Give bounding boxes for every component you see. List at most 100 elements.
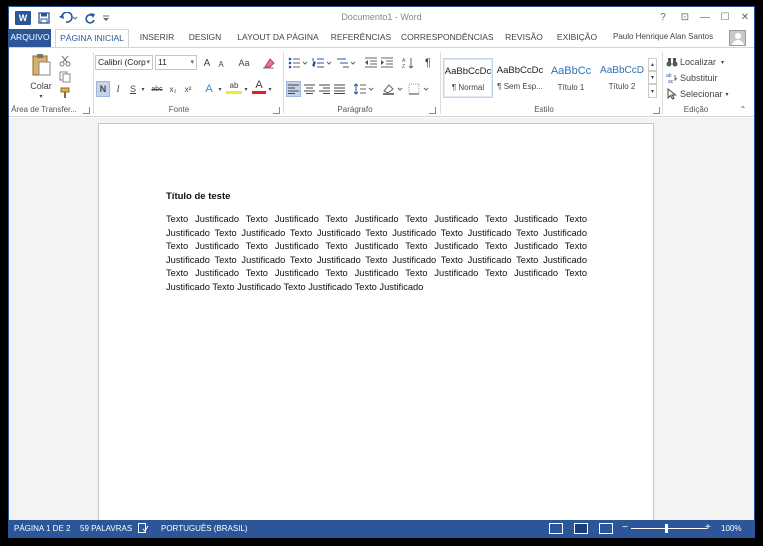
chevron-down-icon: ▾ [146, 59, 150, 66]
user-name[interactable]: Paulo Henrique Alan Santos [613, 32, 713, 41]
font-launcher-icon[interactable] [273, 107, 280, 114]
superscript-button[interactable]: x² [181, 81, 195, 97]
change-case-button[interactable]: Aa [233, 55, 255, 71]
bold-button[interactable]: N [96, 81, 110, 97]
increase-indent-icon[interactable] [379, 55, 395, 71]
format-painter-icon[interactable] [57, 86, 73, 100]
select-label: Selecionar [680, 89, 723, 99]
font-name-combo[interactable]: Calibri (Corp ▾ [95, 55, 153, 70]
underline-dropdown-icon[interactable]: ▾ [139, 81, 147, 97]
highlight-button[interactable]: ab [226, 79, 242, 94]
zoom-slider[interactable] [631, 528, 707, 529]
replace-button[interactable]: ab ac Substituir [666, 70, 736, 86]
close-button[interactable]: ✕ [736, 10, 754, 26]
text-effects-dropdown-icon[interactable]: ▾ [216, 81, 224, 97]
styles-scroll-up-icon[interactable]: ▴ [648, 58, 657, 71]
tab-arquivo[interactable]: ARQUIVO [9, 29, 51, 47]
style-heading-1[interactable]: AaBbCc Título 1 [546, 58, 596, 98]
font-color-dropdown-icon[interactable]: ▾ [266, 81, 274, 97]
show-formatting-button[interactable]: ¶ [421, 55, 435, 71]
tab-pagina-inicial[interactable]: PÁGINA INICIAL [55, 29, 129, 48]
style-name: Título 1 [557, 83, 585, 92]
grow-font-button[interactable]: A [200, 55, 214, 71]
clear-formatting-icon[interactable] [261, 55, 277, 71]
paragraph-launcher-icon[interactable] [429, 107, 436, 114]
language-indicator[interactable]: PORTUGUÊS (BRASIL) [161, 524, 248, 533]
group-separator [283, 52, 284, 114]
zoom-in-button[interactable]: + [705, 522, 711, 533]
bullets-icon[interactable] [287, 55, 309, 71]
ribbon-display-options-button[interactable]: ⊡ [676, 10, 694, 26]
styles-launcher-icon[interactable] [653, 107, 660, 114]
tab-revisao[interactable]: REVISÃO [501, 29, 547, 47]
tab-design[interactable]: DESIGN [185, 29, 225, 47]
style-name: Título 2 [608, 82, 636, 91]
styles-group-label: Estilo [534, 105, 554, 114]
svg-text:Z: Z [402, 64, 405, 69]
document-heading[interactable]: Título de teste [166, 191, 230, 202]
group-separator [440, 52, 441, 114]
zoom-out-button[interactable]: − [622, 522, 628, 533]
proofing-icon[interactable] [138, 523, 149, 535]
justify-icon[interactable] [332, 81, 347, 97]
tab-exibicao[interactable]: EXIBIÇÃO [554, 29, 600, 47]
page-count[interactable]: PÁGINA 1 DE 2 [14, 524, 70, 533]
tab-correspondencias[interactable]: CORRESPONDÊNCIAS [401, 29, 494, 47]
print-layout-icon[interactable] [574, 523, 588, 534]
document-page[interactable]: Título de teste Texto Justificado Texto … [98, 123, 654, 522]
find-button[interactable]: Localizar ▾ [666, 54, 736, 70]
document-title: Documento1 - Word [341, 12, 422, 22]
select-button[interactable]: Selecionar ▾ [666, 86, 736, 102]
numbering-icon[interactable] [311, 55, 333, 71]
italic-button[interactable]: I [112, 81, 124, 97]
avatar[interactable] [729, 30, 746, 46]
shrink-font-button[interactable]: A [215, 56, 227, 72]
word-count[interactable]: 59 PALAVRAS [80, 524, 132, 533]
tab-referencias[interactable]: REFERÊNCIAS [329, 29, 393, 47]
help-button[interactable]: ? [654, 10, 672, 26]
tab-inserir[interactable]: INSERIR [137, 29, 177, 47]
underline-button[interactable]: S [127, 81, 139, 97]
paste-button[interactable]: Colar [27, 80, 55, 92]
font-group-label: Fonte [168, 105, 190, 114]
collapse-ribbon-icon[interactable]: ⌃ [738, 104, 748, 114]
style-no-spacing[interactable]: AaBbCcDc ¶ Sem Esp... [495, 58, 545, 98]
style-preview: AaBbCcDc [496, 65, 544, 76]
web-layout-icon[interactable] [599, 523, 613, 534]
vertical-scrollbar[interactable] [746, 118, 754, 522]
multilevel-list-icon[interactable] [335, 55, 357, 71]
clipboard-launcher-icon[interactable] [83, 107, 90, 114]
minimize-button[interactable]: — [696, 10, 714, 26]
group-separator [93, 52, 94, 114]
font-size-combo[interactable]: 11 ▾ [155, 55, 197, 70]
style-normal[interactable]: AaBbCcDc ¶ Normal [443, 58, 493, 98]
text-effects-button[interactable]: A [202, 81, 216, 97]
align-left-icon[interactable] [286, 81, 301, 97]
cut-icon[interactable] [57, 54, 73, 68]
style-heading-2[interactable]: AaBbCcD Título 2 [597, 58, 647, 98]
align-center-icon[interactable] [302, 81, 317, 97]
maximize-button[interactable]: ☐ [716, 10, 734, 26]
sort-icon[interactable]: AZ [401, 55, 415, 71]
shading-icon[interactable] [381, 81, 405, 97]
tab-layout-da-pagina[interactable]: LAYOUT DA PÁGINA [235, 29, 321, 47]
document-body[interactable]: Texto Justificado Texto Justificado Text… [166, 213, 587, 294]
chevron-down-icon: ▾ [721, 59, 725, 66]
align-right-icon[interactable] [317, 81, 332, 97]
zoom-level[interactable]: 100% [721, 524, 741, 533]
paste-dropdown-icon[interactable]: ▾ [35, 92, 47, 100]
highlight-dropdown-icon[interactable]: ▾ [242, 81, 250, 97]
decrease-indent-icon[interactable] [363, 55, 379, 71]
borders-icon[interactable] [407, 81, 431, 97]
strikethrough-button[interactable]: abc [149, 81, 165, 97]
styles-scroll-down-icon[interactable]: ▾ [648, 71, 657, 84]
line-spacing-icon[interactable] [353, 81, 375, 97]
status-bar: PÁGINA 1 DE 2 59 PALAVRAS PORTUGUÊS (BRA… [9, 520, 754, 537]
styles-more-icon[interactable]: ▾ [648, 84, 657, 98]
subscript-button[interactable]: x₂ [166, 81, 180, 97]
read-mode-icon[interactable] [549, 523, 563, 534]
zoom-slider-thumb[interactable] [665, 524, 668, 533]
paste-icon[interactable] [29, 52, 53, 78]
font-color-button[interactable]: A [252, 79, 266, 94]
copy-icon[interactable] [57, 70, 73, 84]
